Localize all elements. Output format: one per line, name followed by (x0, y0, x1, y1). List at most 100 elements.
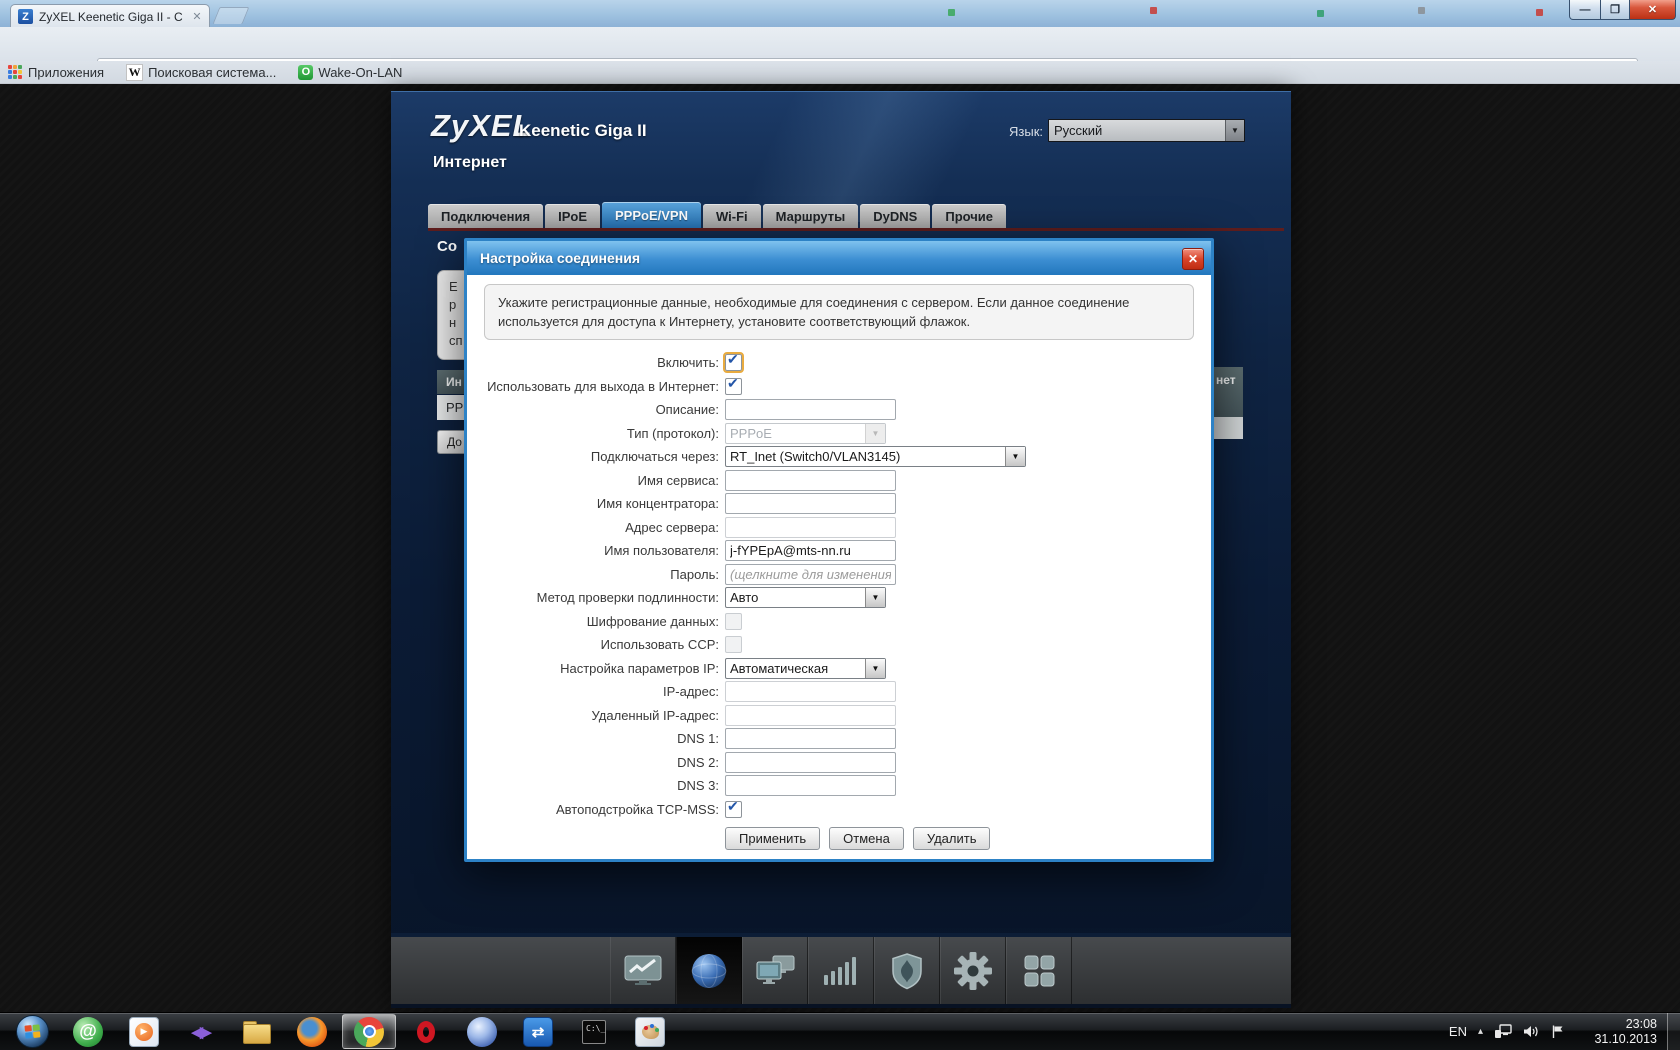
taskbar-chrome[interactable] (342, 1014, 396, 1049)
tab-title: ZyXEL Keenetic Giga II - C (39, 10, 185, 24)
chevron-down-icon[interactable]: ▼ (1005, 447, 1025, 466)
dns2-input[interactable] (725, 752, 896, 773)
folder-icon (241, 1017, 271, 1047)
enable-checkbox[interactable]: ✔ (725, 354, 742, 371)
form-row-tcp-mss: Автоподстройка TCP-MSS:✔ (467, 798, 1211, 822)
tab-close-icon[interactable]: ✕ (190, 10, 204, 24)
action-center-flag-icon[interactable] (1551, 1024, 1564, 1039)
maximize-button[interactable]: ❐ (1601, 0, 1630, 20)
hidden-icons-arrow-icon[interactable]: ▴ (1478, 1026, 1483, 1037)
ip-settings-select[interactable]: Автоматическая▼ (725, 658, 886, 679)
footer-item-security[interactable] (874, 937, 940, 1004)
chevron-down-icon[interactable]: ▼ (1225, 120, 1244, 141)
desktop-icon-speck (1536, 9, 1543, 16)
keyboard-language-indicator[interactable]: EN (1449, 1024, 1467, 1039)
form-row-dns1: DNS 1: (467, 727, 1211, 751)
ip-settings-select-value: Автоматическая (726, 661, 865, 676)
auth-method-select-value: Авто (726, 590, 865, 605)
footer-item-system[interactable] (940, 937, 1006, 1004)
network-icon[interactable] (1494, 1024, 1512, 1039)
tab-dydns[interactable]: DyDNS (860, 204, 930, 228)
auth-method-label: Метод проверки подлинности: (467, 590, 725, 605)
tab-routes[interactable]: Маршруты (763, 204, 859, 228)
minimize-button[interactable]: — (1569, 0, 1601, 20)
concentrator-name-label: Имя концентратора: (467, 496, 725, 511)
service-name-input[interactable] (725, 470, 896, 491)
window-controls: — ❐ ✕ (1569, 0, 1676, 20)
auth-method-select[interactable]: Авто▼ (725, 587, 886, 608)
connect-via-select[interactable]: RT_Inet (Switch0/VLAN3145)▼ (725, 446, 1026, 467)
taskbar-command-prompt[interactable]: C:\_ (568, 1015, 620, 1048)
description-input[interactable] (725, 399, 896, 420)
taskbar-opera[interactable] (400, 1015, 452, 1048)
connection-settings-dialog: Настройка соединения ✕ Укажите регистрац… (464, 238, 1214, 862)
signal-bars-icon (818, 951, 864, 991)
computers-icon (752, 951, 798, 991)
dialog-title: Настройка соединения (467, 241, 1211, 275)
volume-icon[interactable] (1523, 1024, 1540, 1039)
server-address-input (725, 517, 896, 538)
password-input[interactable] (725, 564, 896, 585)
taskbar-media-player[interactable]: ▶ (118, 1015, 170, 1048)
new-tab-button[interactable] (213, 7, 250, 24)
tab-pppoe-vpn[interactable]: PPPoE/VPN (602, 202, 701, 228)
tab-other[interactable]: Прочие (932, 204, 1006, 228)
form-row-ip-settings: Настройка параметров IP:Автоматическая▼ (467, 657, 1211, 681)
clock[interactable]: 23:08 31.10.2013 (1575, 1017, 1657, 1047)
concentrator-name-input[interactable] (725, 493, 896, 514)
cancel-button[interactable]: Отмена (829, 827, 904, 850)
delete-button[interactable]: Удалить (913, 827, 991, 850)
bookmarks-bar: Приложения WПоисковая система... OWake-On-… (0, 61, 1680, 84)
protocol-select-value: PPPoE (726, 426, 865, 441)
taskbar-kies[interactable]: ◀▶ (174, 1015, 226, 1048)
show-desktop-button[interactable] (1667, 1013, 1680, 1050)
tab-connections[interactable]: Подключения (428, 204, 543, 228)
bookmark-label: Поисковая система... (148, 65, 276, 80)
taskbar-mailru-agent[interactable]: @ (62, 1015, 114, 1048)
dns1-input[interactable] (725, 728, 896, 749)
apply-button[interactable]: Применить (725, 827, 820, 850)
footer-item-applications[interactable] (1006, 937, 1072, 1004)
system-tray: EN ▴ 23:08 31.10.2013 (1449, 1013, 1680, 1050)
taskbar-start[interactable] (6, 1015, 58, 1048)
footer-item-wifi[interactable] (808, 937, 874, 1004)
username-input[interactable] (725, 540, 896, 561)
bookmark-apps[interactable]: Приложения (8, 65, 104, 80)
taskbar-teamviewer[interactable]: ⇄ (512, 1015, 564, 1048)
taskbar-explorer[interactable] (230, 1015, 282, 1048)
windows-start-orb-icon (16, 1015, 49, 1048)
connect-via-label: Подключаться через: (467, 449, 725, 464)
taskbar-paint[interactable] (624, 1015, 676, 1048)
use-ccp-checkbox (725, 636, 742, 653)
protocol-label: Тип (протокол): (467, 426, 725, 441)
dialog-buttons: Применить Отмена Удалить (725, 827, 999, 850)
footer-item-home-network[interactable] (742, 937, 808, 1004)
tab-ipoe[interactable]: IPoE (545, 204, 600, 228)
language-select[interactable]: Русский ▼ (1048, 119, 1245, 142)
palette-icon (635, 1017, 665, 1047)
form-row-use-ccp: Использовать CCP: (467, 633, 1211, 657)
close-button[interactable]: ✕ (1630, 0, 1676, 20)
chevron-down-icon: ▼ (865, 424, 885, 443)
chevron-down-icon[interactable]: ▼ (865, 659, 885, 678)
dialog-close-icon[interactable]: ✕ (1182, 248, 1204, 270)
tab-favicon-zyxel-icon: Z (18, 9, 33, 24)
taskbar-firefox[interactable] (286, 1015, 338, 1048)
browser-tab[interactable]: Z ZyXEL Keenetic Giga II - C ✕ (10, 4, 210, 28)
form-row-data-encryption: Шифрование данных: (467, 610, 1211, 634)
tab-wifi[interactable]: Wi-Fi (703, 204, 761, 228)
bookmark-wake-on-lan[interactable]: OWake-On-LAN (298, 65, 402, 80)
use-for-internet-checkbox[interactable]: ✔ (725, 378, 742, 395)
wake-on-lan-icon: O (298, 65, 313, 80)
tcp-mss-checkbox[interactable]: ✔ (725, 801, 742, 818)
use-ccp-label: Использовать CCP: (467, 637, 725, 652)
dns3-input[interactable] (725, 775, 896, 796)
language-label: Язык: (1009, 124, 1043, 139)
footer-item-system-monitor[interactable] (610, 937, 676, 1004)
chevron-down-icon[interactable]: ▼ (865, 588, 885, 607)
bookmark-search-system[interactable]: WПоисковая система... (126, 64, 276, 81)
footer-item-internet[interactable] (676, 937, 742, 1004)
form-row-connect-via: Подключаться через:RT_Inet (Switch0/VLAN… (467, 445, 1211, 469)
background-section-heading: Со (437, 238, 457, 255)
taskbar-moon-app[interactable] (456, 1015, 508, 1048)
